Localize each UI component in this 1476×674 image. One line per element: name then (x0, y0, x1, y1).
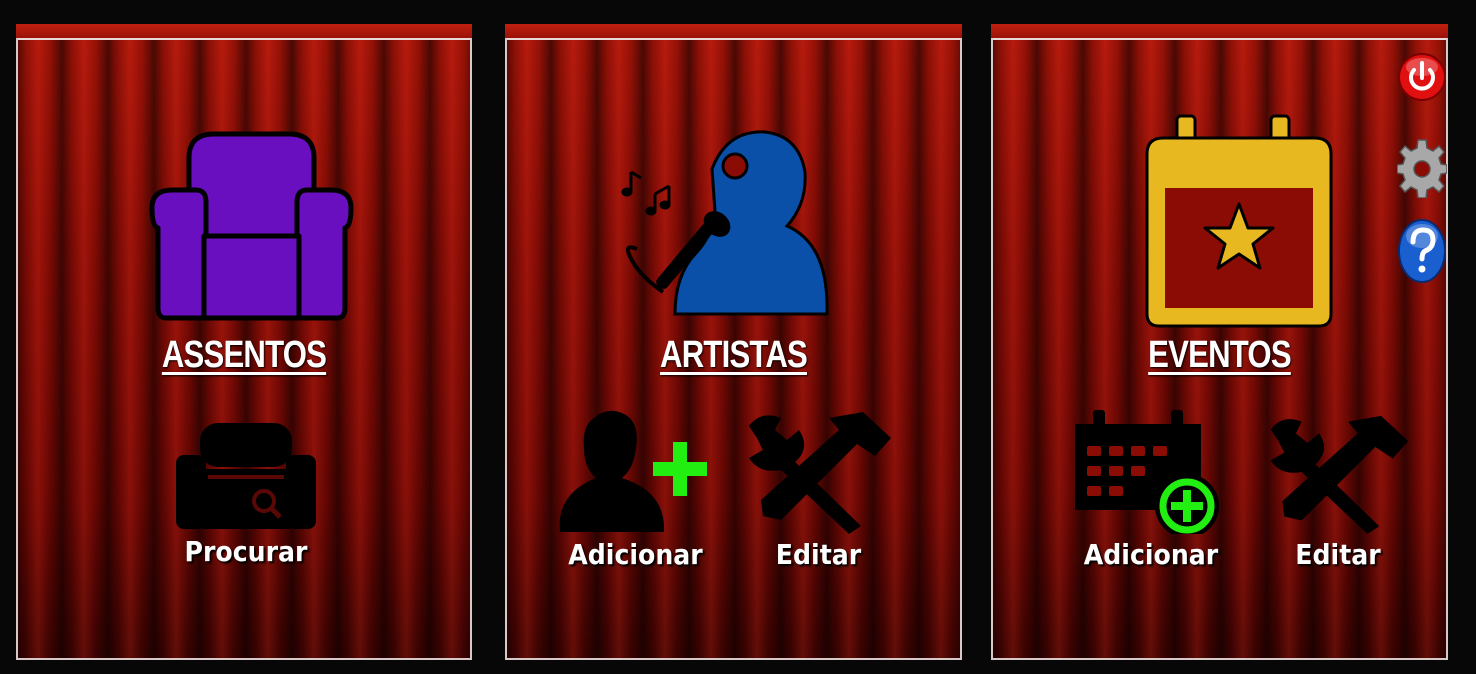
tools-icon (1270, 415, 1409, 534)
section-title-assentos: ASSENTOS (161, 334, 327, 376)
search-seat-label: Procurar (184, 535, 308, 568)
power-button[interactable] (1397, 50, 1447, 108)
help-button[interactable] (1397, 218, 1447, 288)
edit-event-button[interactable]: Editar (1263, 412, 1413, 571)
edit-artist-label: Editar (775, 538, 862, 571)
section-title-artistas: ARTISTAS (660, 334, 808, 376)
panel-artistas: ARTISTAS Adicionar Editar (505, 24, 962, 660)
add-event-label: Adicionar (1083, 538, 1219, 571)
add-artist-button[interactable]: Adicionar (553, 408, 718, 571)
add-user-icon (559, 410, 707, 532)
calendar-star-icon[interactable] (1143, 114, 1335, 330)
settings-button[interactable] (1396, 138, 1448, 202)
panel-assentos: ASSENTOS Procurar (16, 24, 472, 660)
edit-artist-button[interactable]: Editar (741, 408, 896, 571)
main-window: ASSENTOS Procurar ARTISTAS Adicionar Edi… (0, 0, 1476, 674)
add-event-button[interactable]: Adicionar (1069, 410, 1233, 571)
power-icon (1398, 53, 1446, 101)
search-seat-button[interactable]: Procurar (166, 419, 326, 568)
add-artist-label: Adicionar (568, 538, 703, 571)
singer-microphone-icon[interactable] (617, 124, 832, 316)
armchair-search-icon (176, 423, 316, 529)
section-title-eventos: EVENTOS (1148, 334, 1291, 376)
armchair-icon[interactable] (144, 128, 359, 323)
help-icon (1398, 219, 1446, 283)
panel-eventos: EVENTOS Adicionar Editar (991, 24, 1448, 660)
tools-icon (749, 412, 891, 534)
gear-icon (1396, 139, 1448, 199)
edit-event-label: Editar (1295, 538, 1381, 571)
calendar-add-icon (1075, 410, 1219, 538)
